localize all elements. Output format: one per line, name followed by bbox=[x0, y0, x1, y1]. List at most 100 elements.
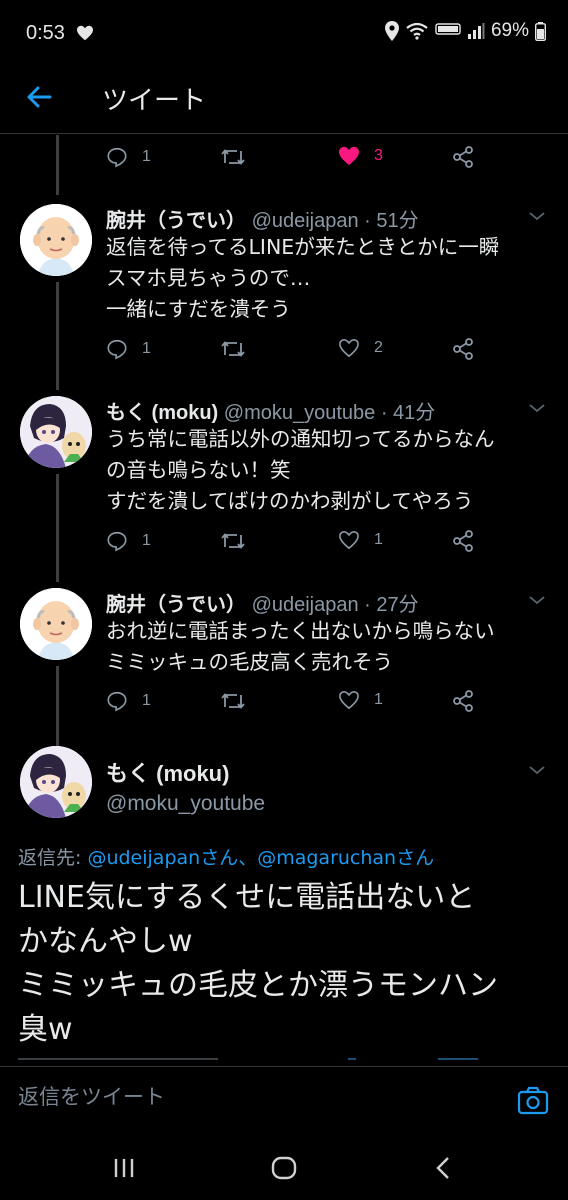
system-nav-bar bbox=[0, 1136, 568, 1200]
avatar[interactable] bbox=[20, 746, 92, 818]
tweet-line: すだを潰してばけのかわ剥がしてやろう bbox=[106, 489, 474, 513]
status-right: 69% bbox=[384, 20, 546, 42]
reply-icon bbox=[107, 531, 127, 552]
share-button[interactable] bbox=[452, 530, 474, 552]
share-icon bbox=[453, 338, 473, 360]
chevron-down-icon[interactable] bbox=[528, 402, 546, 414]
reply-icon bbox=[107, 147, 127, 168]
retweet-icon bbox=[221, 533, 245, 549]
location-icon bbox=[384, 21, 399, 41]
reply-input[interactable] bbox=[18, 1085, 488, 1109]
main-author-name[interactable]: もく (moku) bbox=[106, 756, 229, 788]
author-handle: @moku_youtube · 41分 bbox=[223, 402, 436, 424]
tweet-line: ミミッキュの毛皮とか漂うモンハン bbox=[18, 968, 498, 1003]
signal-icon bbox=[467, 23, 485, 39]
tweet-line: 臭w bbox=[18, 1012, 73, 1047]
retweet-icon bbox=[221, 693, 245, 709]
author-handle: @udeijapan · 51分 bbox=[251, 210, 419, 232]
chevron-down-icon[interactable] bbox=[528, 210, 546, 222]
avatar[interactable] bbox=[20, 204, 92, 276]
tweet-actions: 1 1 bbox=[0, 530, 568, 560]
tweet-line: の音も鳴らない！笑 bbox=[106, 458, 291, 482]
bald-man-avatar-icon bbox=[20, 204, 92, 276]
retweet-button[interactable] bbox=[220, 690, 246, 712]
main-author-handle[interactable]: @moku_youtube bbox=[106, 792, 265, 816]
like-button[interactable]: 1 bbox=[338, 690, 383, 710]
chevron-down-icon[interactable] bbox=[528, 764, 546, 776]
like-count: 2 bbox=[374, 339, 383, 356]
page-title: ツイート bbox=[102, 86, 207, 116]
replying-to-label: 返信先: bbox=[18, 847, 88, 869]
like-count: 1 bbox=[374, 531, 383, 548]
status-time: 0:53 bbox=[26, 22, 65, 44]
heart-status-icon bbox=[77, 25, 93, 41]
volte-icon bbox=[435, 23, 461, 35]
tweet-header: もく (moku) @moku_youtube · 41分 bbox=[106, 396, 435, 425]
reply-count: 1 bbox=[142, 148, 151, 165]
home-icon[interactable] bbox=[268, 1152, 300, 1184]
like-count: 3 bbox=[374, 147, 383, 164]
heart-outline-icon bbox=[339, 690, 359, 710]
reply-count: 1 bbox=[142, 532, 151, 549]
share-icon bbox=[453, 690, 473, 712]
reply-tweet[interactable]: もく (moku) @moku_youtube · 41分 うち常に電話以外の通… bbox=[0, 396, 568, 566]
mention-separator: 、 bbox=[238, 847, 258, 869]
heart-filled-icon bbox=[339, 146, 359, 166]
like-count: 1 bbox=[374, 691, 383, 708]
author-name[interactable]: もく (moku) bbox=[106, 402, 218, 424]
anime-character-avatar-icon bbox=[20, 746, 92, 818]
retweet-button[interactable] bbox=[220, 338, 246, 360]
share-button[interactable] bbox=[452, 690, 474, 712]
heart-outline-icon bbox=[339, 338, 359, 358]
clipped-timestamp bbox=[18, 1052, 488, 1060]
reply-icon bbox=[107, 691, 127, 712]
avatar[interactable] bbox=[20, 396, 92, 468]
avatar[interactable] bbox=[20, 588, 92, 660]
reply-count: 1 bbox=[142, 692, 151, 709]
reply-button[interactable]: 1 bbox=[106, 530, 151, 552]
like-button[interactable]: 3 bbox=[338, 146, 383, 166]
tweet-line: うち常に電話以外の通知切ってるからなん bbox=[106, 427, 495, 451]
tweet-actions: 1 2 bbox=[0, 338, 568, 368]
tweet-text: うち常に電話以外の通知切ってるからなん の音も鳴らない！笑 すだを潰してばけのか… bbox=[106, 424, 556, 517]
replying-to: 返信先: @udeijapanさん、@magaruchanさん bbox=[18, 843, 434, 870]
share-button[interactable] bbox=[452, 146, 474, 168]
back-arrow-icon[interactable] bbox=[22, 80, 56, 114]
reply-button[interactable]: 1 bbox=[106, 146, 151, 168]
author-name[interactable]: 腕井（うでい） bbox=[106, 210, 246, 232]
reply-button[interactable]: 1 bbox=[106, 338, 151, 360]
tweet-line: ミミッキュの毛皮高く売れそう bbox=[106, 650, 393, 674]
mention-link[interactable]: @udeijapanさん bbox=[87, 847, 238, 869]
tweet-line: おれ逆に電話まったく出ないから鳴らない bbox=[106, 619, 495, 643]
share-button[interactable] bbox=[452, 338, 474, 360]
retweet-button[interactable] bbox=[220, 530, 246, 552]
mention-link[interactable]: @magaruchanさん bbox=[257, 847, 434, 869]
like-button[interactable]: 1 bbox=[338, 530, 383, 550]
recent-apps-icon[interactable] bbox=[108, 1152, 140, 1184]
retweet-icon bbox=[221, 341, 245, 357]
reply-compose-bar bbox=[0, 1066, 568, 1136]
author-handle: @udeijapan · 27分 bbox=[251, 594, 419, 616]
tweet-actions: 1 1 bbox=[0, 690, 568, 720]
status-bar: 0:53 69% bbox=[0, 0, 568, 70]
chevron-down-icon[interactable] bbox=[528, 594, 546, 606]
heart-outline-icon bbox=[339, 530, 359, 550]
tweet-line: 返信を待ってるLINEが来たときとかに一瞬 bbox=[106, 235, 500, 259]
back-nav-icon[interactable] bbox=[428, 1152, 460, 1184]
camera-icon[interactable] bbox=[516, 1083, 550, 1117]
anime-character-avatar-icon bbox=[20, 396, 92, 468]
author-name[interactable]: 腕井（うでい） bbox=[106, 594, 246, 616]
share-icon bbox=[453, 146, 473, 168]
reply-tweet[interactable]: 腕井（うでい） @udeijapan · 51分 返信を待ってるLINEが来たと… bbox=[0, 204, 568, 374]
tweet-header: 腕井（うでい） @udeijapan · 51分 bbox=[106, 204, 419, 233]
tweet-line: スマホ見ちゃうので… bbox=[106, 266, 311, 290]
tweet-actions: 1 3 bbox=[0, 146, 568, 176]
reply-icon bbox=[107, 339, 127, 360]
reply-tweet[interactable]: 腕井（うでい） @udeijapan · 27分 おれ逆に電話まったく出ないから… bbox=[0, 588, 568, 728]
retweet-button[interactable] bbox=[220, 146, 246, 168]
app-header: ツイート bbox=[0, 62, 568, 134]
like-button[interactable]: 2 bbox=[338, 338, 383, 358]
wifi-icon bbox=[406, 22, 428, 40]
tweet-line: 一緒にすだを潰そう bbox=[106, 297, 291, 321]
reply-button[interactable]: 1 bbox=[106, 690, 151, 712]
